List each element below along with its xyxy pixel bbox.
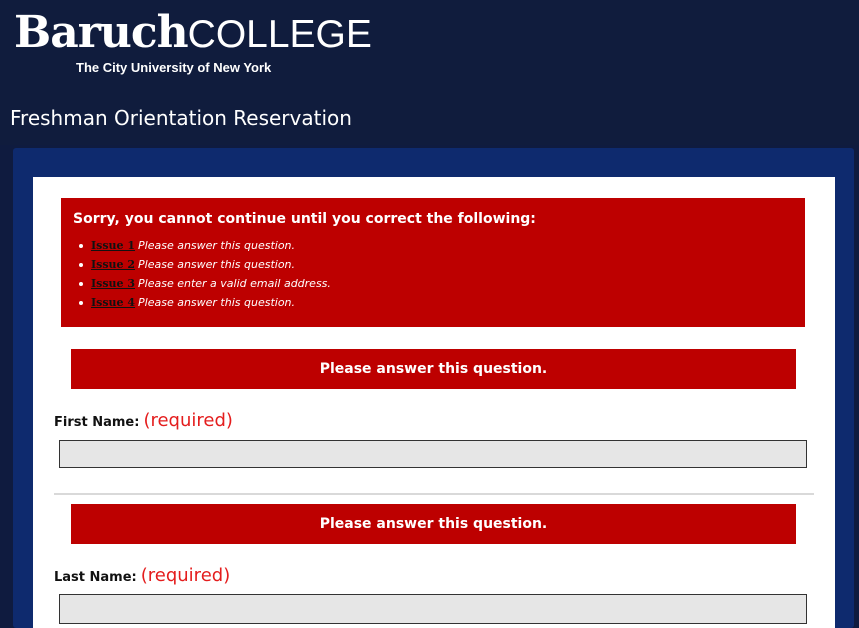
error-summary: Sorry, you cannot continue until you cor… [61,198,805,327]
section-divider [54,493,814,495]
first-name-label-text: First Name: [54,415,140,430]
issue-link-4[interactable]: Issue 4 [91,296,135,309]
first-name-error-banner: Please answer this question. [71,349,796,389]
issue-item: Issue 4 Please answer this question. [77,293,331,312]
issue-list: Issue 1 Please answer this question. Issu… [77,236,331,312]
first-name-input[interactable] [59,440,807,468]
issue-message: Please answer this question. [138,296,296,309]
issue-message: Please answer this question. [138,258,296,271]
last-name-label-text: Last Name: [54,570,137,585]
issue-item: Issue 1 Please answer this question. [77,236,331,255]
issue-item: Issue 2 Please answer this question. [77,255,331,274]
issue-message: Please enter a valid email address. [138,277,331,290]
issue-link-1[interactable]: Issue 1 [91,239,135,252]
logo-tagline: The City University of New York [76,60,272,75]
last-name-input[interactable] [59,594,807,624]
issue-message: Please answer this question. [138,239,296,252]
first-name-label: First Name: (required) [54,410,233,431]
required-indicator: (required) [140,565,231,586]
site-header: BaruchCOLLEGE The City University of New… [0,0,859,145]
error-summary-title: Sorry, you cannot continue until you cor… [73,211,536,227]
last-name-error-banner: Please answer this question. [71,504,796,544]
last-name-label: Last Name: (required) [54,565,230,586]
logo-brand: Baruch [14,7,189,58]
issue-link-2[interactable]: Issue 2 [91,258,135,271]
baruch-college-logo[interactable]: BaruchCOLLEGE The City University of New… [14,7,372,76]
issue-link-3[interactable]: Issue 3 [91,277,135,290]
logo-college: COLLEGE [187,13,372,56]
required-indicator: (required) [143,410,233,431]
issue-item: Issue 3 Please enter a valid email addres… [77,274,331,293]
page-title: Freshman Orientation Reservation [10,106,352,130]
